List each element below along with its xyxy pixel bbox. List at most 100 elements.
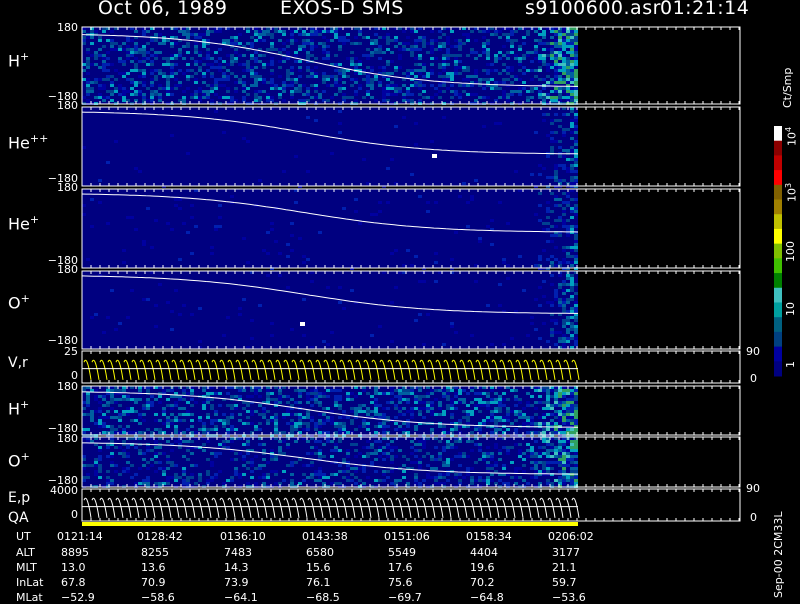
spectrogram-cell [534, 443, 538, 446]
spectrogram-cell [158, 482, 162, 485]
spectrogram-cell [282, 198, 286, 201]
spectrogram-cell [410, 87, 414, 90]
spectrogram-cell [502, 93, 506, 96]
spectrogram-cell [498, 301, 502, 304]
spectrogram-cell [530, 452, 534, 455]
spectrogram-cell [242, 458, 246, 461]
spectrogram-cell [574, 33, 578, 36]
spectrogram-cell [454, 395, 458, 398]
spectrogram-cell [414, 449, 418, 452]
spectrogram-cell [350, 446, 354, 449]
spectrogram-cell [466, 69, 470, 72]
spectrogram-cell [226, 84, 230, 87]
spectrogram-cell [250, 337, 254, 340]
spectrogram-cell [562, 113, 566, 116]
spectrogram-cell [450, 401, 454, 404]
spectrogram-cell [574, 204, 578, 207]
spectrogram-cell [246, 440, 250, 443]
spectrogram-cell [410, 431, 414, 434]
spectrogram-cell [294, 51, 298, 54]
spectrogram-cell [570, 479, 574, 482]
spectrogram-cell [518, 419, 522, 422]
spectrogram-cell [558, 452, 562, 455]
spectrogram-cell [222, 440, 226, 443]
spectrogram-cell [450, 458, 454, 461]
spectrogram-cell [558, 410, 562, 413]
spectrogram-cell [542, 72, 546, 75]
spectrogram-cell [530, 96, 534, 99]
spectrogram-cell [322, 446, 326, 449]
spectrogram-cell [346, 395, 350, 398]
spectrogram-cell [286, 446, 290, 449]
spectrogram-cell [282, 87, 286, 90]
spectrogram-cell [326, 476, 330, 479]
spectrogram-cell [558, 455, 562, 458]
spectrogram-cell [422, 63, 426, 66]
spectrogram-cell [542, 78, 546, 81]
spectrogram-cell [554, 246, 558, 249]
spectrogram-cell [574, 331, 578, 334]
spectrogram-cell [378, 416, 382, 419]
spectrogram-cell [546, 81, 550, 84]
spectrogram-cell [378, 45, 382, 48]
spectrogram-cell [258, 476, 262, 479]
spectrogram-cell [150, 404, 154, 407]
spectrogram-cell [322, 452, 326, 455]
spectrogram-cell [514, 443, 518, 446]
spectrogram-cell [550, 455, 554, 458]
spectrogram-cell [122, 452, 126, 455]
spectrogram-cell [454, 51, 458, 54]
spectrogram-cell [522, 422, 526, 425]
spectrogram-cell [286, 57, 290, 60]
spectrogram-cell [306, 66, 310, 69]
spectrogram-cell [398, 410, 402, 413]
spectrogram-cell [146, 428, 150, 431]
spectrogram-cell [450, 392, 454, 395]
spectrogram-cell [534, 431, 538, 434]
spectrogram-cell [554, 131, 558, 134]
spectrogram-cell [206, 48, 210, 51]
spectrogram-cell [446, 42, 450, 45]
spectrogram-cell [314, 42, 318, 45]
spectrogram-cell [562, 419, 566, 422]
spectrogram-cell [382, 90, 386, 93]
spectrogram-cell [346, 476, 350, 479]
spectrogram-cell [294, 316, 298, 319]
spectrogram-cell [82, 428, 86, 431]
spectrogram-cell [478, 395, 482, 398]
spectrogram-cell [314, 33, 318, 36]
spectrogram-cell [538, 66, 542, 69]
spectrogram-cell [174, 204, 178, 207]
spectrogram-cell [298, 458, 302, 461]
spectrogram-cell [130, 75, 134, 78]
spectrogram-cell [186, 36, 190, 39]
spectrogram-cell [166, 455, 170, 458]
spectrogram-cell [574, 310, 578, 313]
spectrogram-cell [134, 446, 138, 449]
spectrogram-cell [538, 255, 542, 258]
spectrogram-cell [298, 479, 302, 482]
spectrogram-cell [546, 134, 550, 137]
spectrogram-cell [550, 319, 554, 322]
spectrogram-cell [402, 54, 406, 57]
spectrogram-cell [442, 33, 446, 36]
spectrogram-cell [558, 261, 562, 264]
spectrogram-cell [358, 90, 362, 93]
spectrogram-cell [502, 401, 506, 404]
spectrogram-cell [510, 96, 514, 99]
spectrogram-cell [550, 99, 554, 102]
spectrogram-cell [210, 419, 214, 422]
spectrogram-cell [290, 96, 294, 99]
spectrogram-cell [174, 464, 178, 467]
spectrogram-cell [418, 69, 422, 72]
spectrogram-cell [286, 84, 290, 87]
spectrogram-cell [138, 422, 142, 425]
spectrogram-cell [138, 482, 142, 485]
spectrogram-cell [334, 446, 338, 449]
spectrogram-cell [414, 331, 418, 334]
spectrogram-cell [554, 258, 558, 261]
spectrogram-cell [550, 304, 554, 307]
spectrogram-cell [350, 110, 354, 113]
spectrogram-cell [406, 392, 410, 395]
spectrogram-cell [350, 96, 354, 99]
